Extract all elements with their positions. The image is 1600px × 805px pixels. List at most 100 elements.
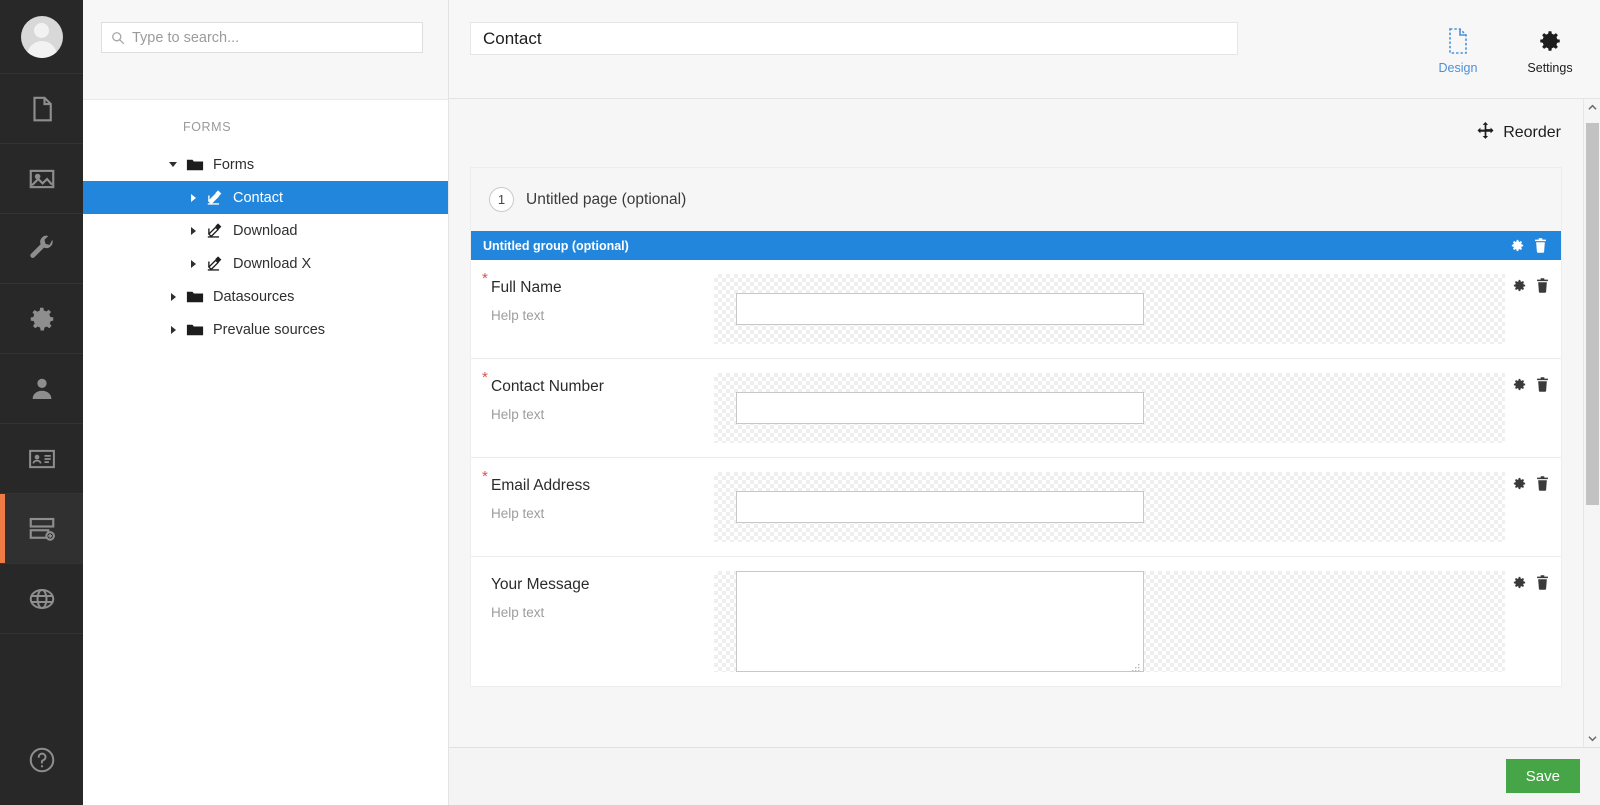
field-label: Contact Number [491,378,604,395]
required-marker: * [482,369,488,386]
tab-design[interactable]: Design [1428,26,1488,75]
chevron-right-icon[interactable] [189,192,200,203]
folder-icon [186,321,204,339]
group-actions [1510,238,1547,253]
field-settings-gear-icon[interactable] [1512,278,1527,293]
tree-item-download-x[interactable]: Download X [83,247,448,280]
field-help-text: Help text [491,308,714,323]
rail-item-settings[interactable] [0,284,83,354]
resize-grip-icon[interactable] [1132,660,1141,669]
document-icon [27,94,57,124]
app-root: FORMS Forms Contact Download Download X … [0,0,1600,805]
form-edit-icon [206,189,224,207]
field-settings-gear-icon[interactable] [1512,377,1527,392]
folder-icon [186,156,204,174]
field-delete-trash-icon[interactable] [1536,476,1549,491]
scroll-up-arrow[interactable] [1584,99,1600,116]
search-icon [111,31,125,45]
tree-item-prevalue-sources[interactable]: Prevalue sources [83,313,448,346]
tree-item-forms[interactable]: Forms [83,148,448,181]
scrollbar-thumb[interactable] [1586,123,1599,505]
field-textarea[interactable] [736,571,1144,672]
group-delete-trash-icon[interactable] [1534,238,1547,253]
group-settings-gear-icon[interactable] [1510,238,1525,253]
move-arrows-icon [1477,122,1494,144]
tab-settings[interactable]: Settings [1520,26,1580,75]
field-settings-gear-icon[interactable] [1512,476,1527,491]
tree-item-label: Datasources [213,289,294,305]
chevron-right-icon[interactable] [169,324,180,335]
rail-item-avatar[interactable] [0,0,83,74]
tree-body: FORMS Forms Contact Download Download X … [83,100,448,805]
tree-item-datasources[interactable]: Datasources [83,280,448,313]
user-avatar-icon [21,16,63,58]
wrench-icon [27,234,57,264]
scroll-down-arrow[interactable] [1584,730,1600,747]
required-marker: * [482,468,488,485]
field-control-area [714,373,1505,443]
rail-item-translation[interactable] [0,564,83,634]
field-textbox[interactable] [736,293,1144,325]
tree-item-download[interactable]: Download [83,214,448,247]
form-group-header[interactable]: Untitled group (optional) [471,231,1561,260]
search-input[interactable] [132,23,417,52]
member-card-icon [27,444,57,474]
field-settings-gear-icon[interactable] [1512,575,1527,590]
field-textbox[interactable] [736,491,1144,523]
save-button[interactable]: Save [1506,759,1580,793]
chevron-right-icon[interactable] [189,225,200,236]
form-canvas: 1 Untitled page (optional) Untitled grou… [470,167,1562,687]
page-title[interactable]: Untitled page (optional) [526,191,686,209]
reorder-button[interactable]: Reorder [1477,122,1561,144]
design-page-icon [1446,26,1470,56]
field-label-area: *Contact Number Help text [471,373,714,443]
tree-item-label: Forms [213,157,254,173]
main-region: Design Settings [449,0,1600,805]
tree-item-label: Prevalue sources [213,322,325,338]
form-title-input[interactable] [470,22,1238,55]
field-control-area [714,274,1505,344]
chevron-right-icon[interactable] [169,291,180,302]
rail-item-media[interactable] [0,144,83,214]
rail-item-members[interactable] [0,424,83,494]
form-field-row[interactable]: *Email Address Help text [471,458,1561,557]
field-delete-trash-icon[interactable] [1536,377,1549,392]
tree-item-contact[interactable]: Contact [83,181,448,214]
rail-spacer [0,634,83,715]
field-textbox[interactable] [736,392,1144,424]
chevron-right-icon[interactable] [189,258,200,269]
form-field-row[interactable]: Your Message Help text [471,557,1561,687]
rail-item-content[interactable] [0,74,83,144]
form-toolbar: Reorder [449,99,1583,167]
form-scroll-area: Reorder 1 Untitled page (optional) Untit… [449,99,1600,747]
field-label-wrap: *Contact Number [491,378,604,396]
field-delete-trash-icon[interactable] [1536,575,1549,590]
form-fields-list: *Full Name Help text *Contact Number Hel… [471,260,1561,687]
group-title[interactable]: Untitled group (optional) [483,239,629,253]
field-label-wrap: Your Message [491,576,590,594]
rail-item-developer[interactable] [0,214,83,284]
field-label-wrap: *Full Name [491,279,562,297]
form-field-row[interactable]: *Full Name Help text [471,260,1561,359]
field-actions [1512,278,1549,293]
page-number-badge: 1 [489,187,514,212]
field-delete-trash-icon[interactable] [1536,278,1549,293]
field-control-area [714,472,1505,542]
tree-section-heading: FORMS [83,120,448,148]
vertical-scrollbar[interactable] [1583,99,1600,747]
rail-item-help[interactable] [0,715,83,805]
field-label: Full Name [491,279,562,296]
search-box[interactable] [101,22,423,53]
main-header: Design Settings [449,0,1600,99]
field-label-area: Your Message Help text [471,571,714,672]
field-actions [1512,575,1549,590]
chevron-down-icon[interactable] [169,159,180,170]
field-label-area: *Email Address Help text [471,472,714,542]
search-bar-region [83,0,448,100]
form-page-header[interactable]: 1 Untitled page (optional) [471,168,1561,231]
forms-icon [27,514,57,544]
rail-item-forms[interactable] [0,494,83,564]
form-field-row[interactable]: *Contact Number Help text [471,359,1561,458]
rail-item-users[interactable] [0,354,83,424]
field-help-text: Help text [491,407,714,422]
